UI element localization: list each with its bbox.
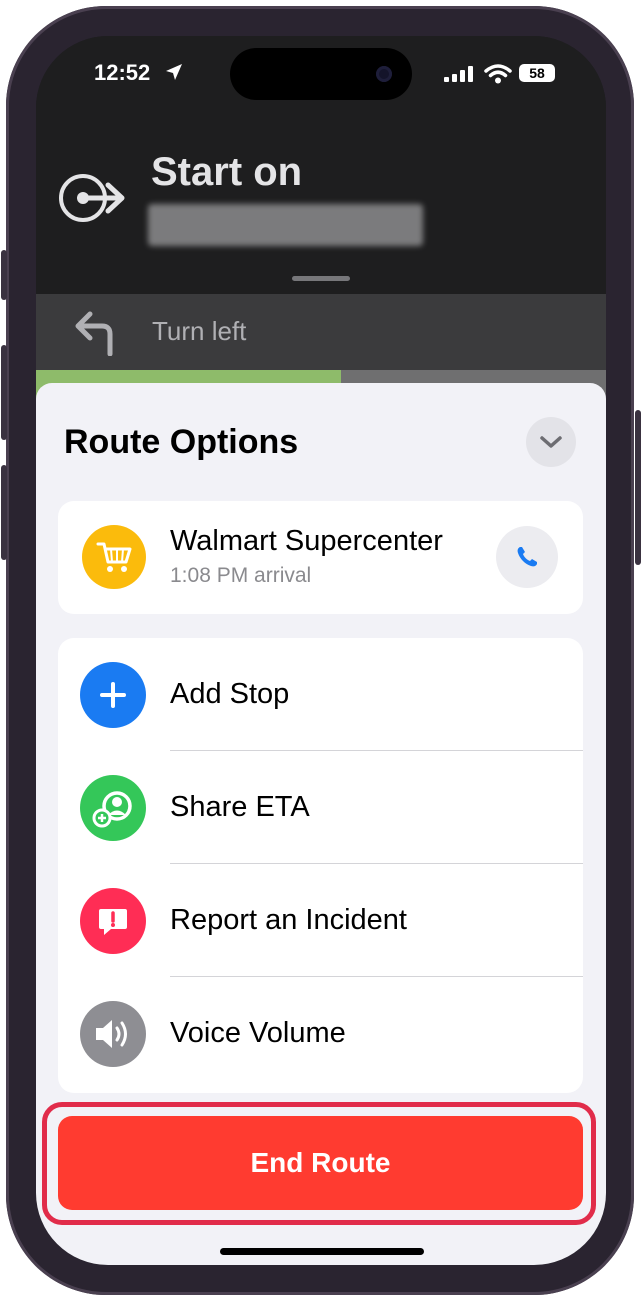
arrival-time: 1:08 PM arrival xyxy=(170,564,312,587)
dynamic-island xyxy=(230,48,412,100)
location-arrow-icon xyxy=(166,64,182,80)
volume-down-button xyxy=(1,465,7,560)
status-time: 12:52 xyxy=(94,60,151,85)
destination-name: Walmart Supercenter xyxy=(170,525,443,557)
shopping-cart-icon xyxy=(82,525,146,589)
volume-up-button xyxy=(1,345,7,440)
street-name-redacted xyxy=(148,204,423,246)
mute-switch xyxy=(1,250,7,300)
share-eta-row[interactable]: Share ETA xyxy=(58,751,583,864)
battery-indicator: 58 xyxy=(519,64,555,82)
add-stop-icon xyxy=(80,662,146,728)
route-options-list: Add Stop Share ETA Report an Incident Vo… xyxy=(58,638,583,1093)
screen: 12:52 58 Start on Turn left Route Option… xyxy=(36,36,606,1265)
report-incident-label: Report an Incident xyxy=(170,904,407,936)
report-incident-icon xyxy=(80,888,146,954)
navigation-banner[interactable]: 12:52 58 Start on xyxy=(36,36,606,294)
status-bar: 12:52 58 xyxy=(36,36,606,106)
next-instruction: Turn left xyxy=(152,316,247,346)
voice-volume-row[interactable]: Voice Volume xyxy=(58,977,583,1090)
destination-card[interactable]: Walmart Supercenter 1:08 PM arrival xyxy=(58,501,583,614)
add-stop-row[interactable]: Add Stop xyxy=(58,638,583,751)
maneuver-title: Start on xyxy=(151,150,303,194)
banner-grabber[interactable] xyxy=(292,276,350,281)
home-indicator[interactable] xyxy=(220,1248,424,1255)
share-eta-icon xyxy=(80,775,146,841)
report-incident-row[interactable]: Report an Incident xyxy=(58,864,583,977)
start-route-icon xyxy=(59,174,125,222)
next-turn-bar[interactable]: Turn left xyxy=(36,294,606,370)
sheet-title: Route Options xyxy=(64,423,299,461)
voice-volume-label: Voice Volume xyxy=(170,1017,346,1049)
power-button xyxy=(635,410,641,565)
chevron-down-icon xyxy=(540,436,562,448)
end-route-button[interactable]: End Route xyxy=(58,1116,583,1210)
collapse-button[interactable] xyxy=(526,417,576,467)
share-eta-label: Share ETA xyxy=(170,791,310,823)
phone-icon xyxy=(517,547,537,567)
turn-left-icon xyxy=(75,311,113,356)
camera-icon xyxy=(376,66,392,82)
voice-volume-icon xyxy=(80,1001,146,1067)
call-button[interactable] xyxy=(496,526,558,588)
add-stop-label: Add Stop xyxy=(170,678,290,710)
cellular-signal-icon xyxy=(444,66,473,82)
wifi-icon xyxy=(484,64,512,84)
